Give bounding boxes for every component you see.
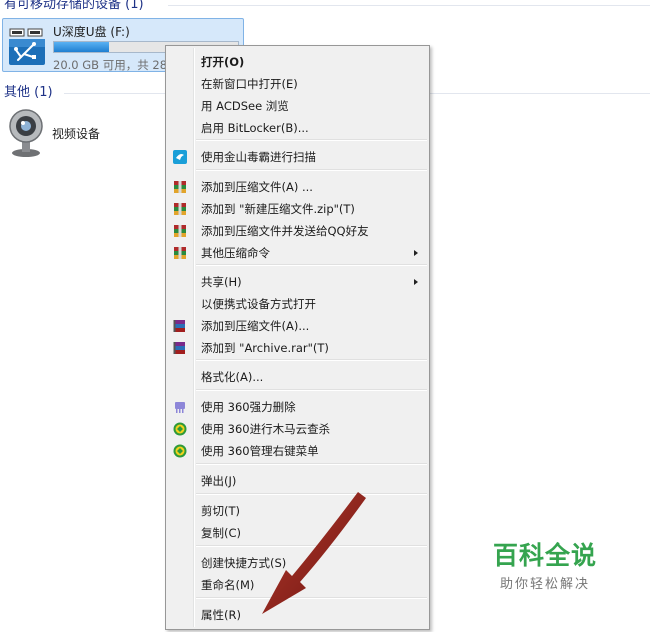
menu-separator [196, 389, 427, 391]
submenu-arrow-icon [414, 279, 418, 285]
menu-item[interactable]: 启用 BitLocker(B)... [168, 117, 427, 139]
menu-separator [196, 359, 427, 361]
menu-item-label: 复制(C) [201, 526, 242, 540]
menu-item[interactable]: 弹出(J) [168, 470, 427, 492]
menu-item-label: 添加到 "Archive.rar"(T) [201, 341, 329, 355]
watermark-logo: 百科全说 助你轻松解决 [462, 530, 628, 606]
menu-item[interactable]: 重命名(M) [168, 574, 427, 596]
context-menu: 打开(O) 在新窗口中打开(E) 用 ACDSee 浏览启用 BitLocker(B… [165, 45, 430, 630]
menu-item[interactable]: 使用金山毒霸进行扫描 [168, 146, 427, 168]
menu-item[interactable]: 打开(O) [168, 51, 427, 73]
menu-item[interactable]: 使用 360管理右键菜单 [168, 440, 427, 462]
menu-item[interactable]: 添加到压缩文件并发送给QQ好友 [168, 220, 427, 242]
menu-item[interactable]: 用 ACDSee 浏览 [168, 95, 427, 117]
menu-item-label: 使用 360强力删除 [201, 400, 296, 414]
menu-item-label: 属性(R) [201, 608, 241, 622]
section-divider [168, 5, 650, 6]
archive-icon [174, 225, 186, 237]
usb-drive-icon [9, 28, 45, 65]
menu-item-label: 添加到压缩文件(A)... [201, 319, 310, 333]
menu-item-label: 打开(O) [201, 55, 245, 69]
section-header-label: 其他 (1) [4, 85, 53, 100]
menu-item[interactable]: 共享(H) [168, 271, 427, 293]
menu-item[interactable]: 其他压缩命令 [168, 242, 427, 264]
menu-item[interactable]: 使用 360进行木马云查杀 [168, 418, 427, 440]
menu-separator [196, 139, 427, 141]
menu-item-label: 使用 360进行木马云查杀 [201, 422, 331, 436]
menu-item[interactable]: 属性(R) [168, 604, 427, 626]
section-header-removable-storage[interactable]: 有可移动存储的设备 (1) [4, 0, 650, 14]
menu-item[interactable]: 在新窗口中打开(E) [168, 73, 427, 95]
submenu-arrow-icon [414, 250, 418, 256]
watermark-subtitle: 助你轻松解决 [499, 577, 590, 592]
menu-separator [196, 169, 427, 171]
archive-icon [174, 181, 186, 193]
360-safe-icon [173, 422, 187, 436]
video-device-label: 视频设备 [52, 127, 101, 141]
winrar-icon [173, 342, 185, 354]
archive-icon [174, 247, 186, 259]
menu-item-label: 重命名(M) [201, 578, 255, 592]
winrar-icon [173, 320, 185, 332]
watermark-title: 百科全说 [492, 541, 597, 570]
video-device-item[interactable]: 视频设备 [6, 108, 186, 160]
menu-item[interactable]: 创建快捷方式(S) [168, 552, 427, 574]
menu-item[interactable]: 格式化(A)... [168, 366, 427, 388]
menu-separator [196, 493, 427, 495]
section-header-label: 有可移动存储的设备 (1) [4, 0, 144, 12]
menu-item-label: 添加到压缩文件并发送给QQ好友 [201, 224, 369, 238]
menu-item-label: 用 ACDSee 浏览 [201, 99, 289, 113]
menu-item-label: 使用 360管理右键菜单 [201, 444, 319, 458]
menu-item-label: 其他压缩命令 [201, 246, 270, 260]
menu-separator [196, 545, 427, 547]
menu-item-label: 添加到 "新建压缩文件.zip"(T) [201, 202, 355, 216]
360-shred-icon [175, 402, 185, 413]
menu-item-label: 以便携式设备方式打开 [201, 297, 316, 311]
menu-item-label: 创建快捷方式(S) [201, 556, 287, 570]
menu-item-label: 共享(H) [201, 275, 242, 289]
menu-item[interactable]: 添加到压缩文件(A) ... [168, 176, 427, 198]
menu-item[interactable]: 剪切(T) [168, 500, 427, 522]
menu-item-label: 剪切(T) [201, 504, 240, 518]
menu-item-label: 在新窗口中打开(E) [201, 77, 298, 91]
menu-item[interactable]: 添加到 "Archive.rar"(T) [168, 337, 427, 359]
menu-separator [196, 597, 427, 599]
menu-item-label: 启用 BitLocker(B)... [201, 121, 309, 135]
drive-name: U深度U盘 (F:) [53, 25, 130, 39]
archive-icon [174, 203, 186, 215]
menu-separator [196, 463, 427, 465]
webcam-icon [9, 109, 43, 157]
menu-item-label: 添加到压缩文件(A) ... [201, 180, 313, 194]
menu-item[interactable]: 添加到压缩文件(A)... [168, 315, 427, 337]
menu-item-label: 使用金山毒霸进行扫描 [201, 150, 316, 164]
menu-separator [196, 264, 427, 266]
menu-item[interactable]: 添加到 "新建压缩文件.zip"(T) [168, 198, 427, 220]
menu-item[interactable]: 使用 360强力删除 [168, 396, 427, 418]
drive-usage-fill [54, 42, 110, 52]
section-header-other[interactable]: 其他 (1) [4, 84, 650, 102]
kingsoft-antivirus-icon [173, 150, 187, 164]
360-safe-icon [173, 444, 187, 458]
menu-item-label: 格式化(A)... [201, 370, 264, 384]
menu-item[interactable]: 复制(C) [168, 522, 427, 544]
menu-item-label: 弹出(J) [201, 474, 237, 488]
menu-item[interactable]: 以便携式设备方式打开 [168, 293, 427, 315]
